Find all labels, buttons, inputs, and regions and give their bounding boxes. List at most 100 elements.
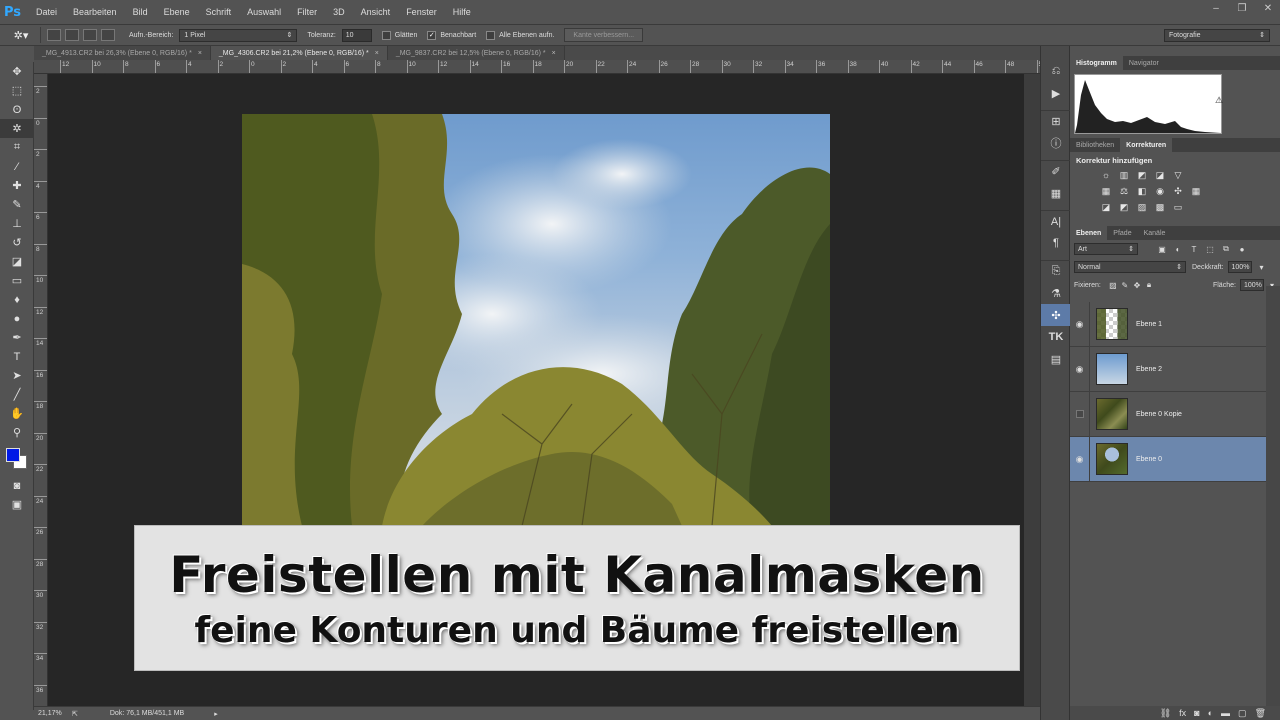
photo-filter-icon[interactable]: ◉ xyxy=(1154,185,1166,197)
properties-icon[interactable]: ⊞ xyxy=(1041,110,1071,132)
opacity-input[interactable]: 100% xyxy=(1227,261,1252,273)
clone-source-icon[interactable]: ⎘ xyxy=(1041,260,1071,282)
menu-3d[interactable]: 3D xyxy=(325,7,353,17)
move-tool-icon[interactable]: ✥ xyxy=(0,62,34,81)
document-photo[interactable] xyxy=(242,114,830,526)
layers-scrollbar[interactable] xyxy=(1266,286,1280,706)
dodge-tool-icon[interactable]: ● xyxy=(0,309,34,328)
quick-mask-icon[interactable]: ◙ xyxy=(0,476,34,495)
brightness-icon[interactable]: ☼ xyxy=(1100,169,1112,181)
exposure-icon[interactable]: ◪ xyxy=(1154,169,1166,181)
vertical-scrollbar[interactable] xyxy=(1024,74,1040,706)
doc-tab[interactable]: _MG_4913.CR2 bei 26,3% (Ebene 0, RGB/16)… xyxy=(34,46,211,60)
menu-datei[interactable]: Datei xyxy=(28,7,65,17)
tab-paths[interactable]: Pfade xyxy=(1107,226,1137,240)
gradient-map-icon[interactable]: ▭ xyxy=(1172,201,1184,213)
color-lookup-icon[interactable]: ▦ xyxy=(1190,185,1202,197)
lock-transparency-icon[interactable]: ▨ xyxy=(1109,279,1117,291)
adjustment-layer-icon[interactable]: ◐ xyxy=(1208,708,1213,718)
zoom-tool-icon[interactable]: ⚲ xyxy=(0,423,34,442)
layer-row-selected[interactable]: ◉ Ebene 0 xyxy=(1070,436,1266,482)
layer-row[interactable]: Ebene 0 Kopie xyxy=(1070,391,1266,437)
menu-auswahl[interactable]: Auswahl xyxy=(239,7,289,17)
layer-style-icon[interactable]: fx xyxy=(1179,708,1186,718)
hue-saturation-icon[interactable]: ▦ xyxy=(1100,185,1112,197)
blend-mode-select[interactable]: Normal ⇕ xyxy=(1074,261,1186,273)
antialias-checkbox[interactable] xyxy=(381,30,391,40)
lasso-tool-icon[interactable]: ʘ xyxy=(0,100,34,119)
magic-wand-tool-preset-icon[interactable]: ✲▾ xyxy=(8,27,34,43)
levels-icon[interactable]: ▥ xyxy=(1118,169,1130,181)
notes-icon[interactable]: ▤ xyxy=(1041,348,1071,370)
menu-ebene[interactable]: Ebene xyxy=(156,7,198,17)
actions-icon[interactable]: ▶ xyxy=(1041,82,1071,104)
delete-layer-icon[interactable]: 🗑︎ xyxy=(1255,708,1266,719)
tab-channels[interactable]: Kanäle xyxy=(1138,226,1172,240)
intersect-selection-icon[interactable] xyxy=(101,29,115,41)
close-icon[interactable]: ✕ xyxy=(1262,2,1274,14)
styles-icon[interactable]: ⚗ xyxy=(1041,282,1071,304)
eraser-tool-icon[interactable]: ◪ xyxy=(0,252,34,271)
tab-adjustments[interactable]: Korrekturen xyxy=(1120,138,1173,152)
new-selection-icon[interactable] xyxy=(47,29,61,41)
eye-icon[interactable]: ◉ xyxy=(1070,301,1090,347)
menu-bild[interactable]: Bild xyxy=(125,7,156,17)
play-arrow-icon[interactable]: ▸ xyxy=(214,710,218,718)
hand-tool-icon[interactable]: ✋ xyxy=(0,404,34,423)
refine-edge-button[interactable]: Kante verbessern... xyxy=(564,28,644,42)
doc-tab[interactable]: _MG_9837.CR2 bei 12,5% (Ebene 0, RGB/16)… xyxy=(387,46,565,60)
healing-brush-tool-icon[interactable]: ✚ xyxy=(0,176,34,195)
tab-libraries[interactable]: Bibliotheken xyxy=(1070,138,1120,152)
doc-tab-active[interactable]: _MG_4306.CR2 bei 21,2% (Ebene 0, RGB/16)… xyxy=(210,46,388,60)
tab-layers[interactable]: Ebenen xyxy=(1070,226,1108,240)
history-brush-tool-icon[interactable]: ↺ xyxy=(0,233,34,252)
tab-histogram[interactable]: Histogramm xyxy=(1070,56,1123,70)
tk-panel-icon[interactable]: TK xyxy=(1041,326,1071,348)
info-icon[interactable]: ⓘ xyxy=(1041,132,1071,154)
lock-position-icon[interactable]: ✥ xyxy=(1133,279,1141,291)
foreground-color-swatch[interactable] xyxy=(6,448,20,462)
line-tool-icon[interactable]: ╱ xyxy=(0,385,34,404)
menu-ansicht[interactable]: Ansicht xyxy=(353,7,399,17)
brush-tool-icon[interactable]: ✎ xyxy=(0,195,34,214)
menu-bearbeiten[interactable]: Bearbeiten xyxy=(65,7,125,17)
hidden-visibility-box[interactable] xyxy=(1075,410,1084,418)
new-group-icon[interactable]: ▬ xyxy=(1221,708,1230,718)
marquee-tool-icon[interactable]: ⬚ xyxy=(0,81,34,100)
layer-row[interactable]: ◉ Ebene 2 xyxy=(1070,346,1266,392)
plugin-active-icon[interactable]: ✣ xyxy=(1041,304,1071,326)
filter-shape-icon[interactable]: ⬚ xyxy=(1204,243,1216,255)
type-tool-icon[interactable]: T xyxy=(0,347,34,366)
curves-icon[interactable]: ◩ xyxy=(1136,169,1148,181)
warning-icon[interactable]: ⚠ xyxy=(1215,95,1223,106)
subtract-selection-icon[interactable] xyxy=(83,29,97,41)
character-icon[interactable]: A| xyxy=(1041,210,1071,232)
blur-tool-icon[interactable]: ♦ xyxy=(0,290,34,309)
clone-stamp-tool-icon[interactable]: ⊥ xyxy=(0,214,34,233)
eye-icon[interactable]: ◉ xyxy=(1070,436,1090,482)
contiguous-checkbox[interactable]: ✓ xyxy=(427,30,437,40)
screen-mode-icon[interactable]: ▣ xyxy=(0,495,34,514)
tolerance-input[interactable]: 10 xyxy=(341,28,372,42)
magic-wand-tool-icon[interactable]: ✲ xyxy=(0,119,34,138)
minimize-icon[interactable]: – xyxy=(1210,2,1222,14)
posterize-icon[interactable]: ◩ xyxy=(1118,201,1130,213)
paragraph-icon[interactable]: ¶ xyxy=(1041,232,1071,254)
layer-row[interactable]: ◉ Ebene 1 xyxy=(1070,301,1266,347)
brush-settings-icon[interactable]: ✐ xyxy=(1041,160,1071,182)
eyedropper-tool-icon[interactable]: ⁄ xyxy=(0,157,34,176)
color-balance-icon[interactable]: ⚖ xyxy=(1118,185,1130,197)
menu-hilfe[interactable]: Hilfe xyxy=(445,7,479,17)
new-layer-icon[interactable]: ▢ xyxy=(1238,708,1247,719)
menu-fenster[interactable]: Fenster xyxy=(398,7,445,17)
menu-schrift[interactable]: Schrift xyxy=(198,7,240,17)
filter-type-icon[interactable]: T xyxy=(1188,243,1200,255)
filter-adjustment-icon[interactable]: ◐ xyxy=(1172,243,1184,255)
invert-icon[interactable]: ◪ xyxy=(1100,201,1112,213)
add-selection-icon[interactable] xyxy=(65,29,79,41)
path-selection-tool-icon[interactable]: ➤ xyxy=(0,366,34,385)
filter-toggle-icon[interactable]: ● xyxy=(1236,243,1248,255)
brush-presets-icon[interactable]: ▦ xyxy=(1041,182,1071,204)
chevron-down-icon[interactable]: ▾ xyxy=(1256,261,1268,273)
close-icon[interactable]: × xyxy=(552,50,556,57)
